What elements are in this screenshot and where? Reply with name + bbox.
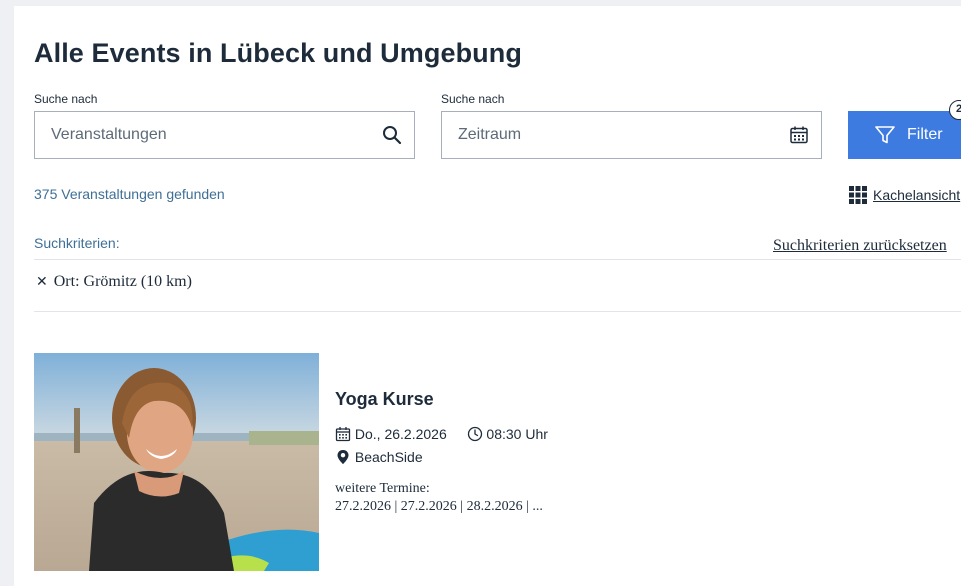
events-page: Alle Events in Lübeck und Umgebung Suche… xyxy=(14,6,961,586)
date-range-input[interactable]: Zeitraum xyxy=(441,111,822,159)
filter-icon xyxy=(874,124,896,146)
event-title[interactable]: Yoga Kurse xyxy=(335,389,434,410)
event-time: 08:30 Uhr xyxy=(486,426,548,442)
criteria-divider xyxy=(34,259,961,260)
page-title: Alle Events in Lübeck und Umgebung xyxy=(34,38,522,69)
result-count: 375 Veranstaltungen gefunden xyxy=(34,186,225,202)
event-image[interactable] xyxy=(34,353,319,571)
chips-divider xyxy=(34,311,961,312)
criteria-label: Suchkriterien: xyxy=(34,235,120,251)
grid-icon xyxy=(849,186,867,204)
filter-button[interactable]: Filter xyxy=(848,111,961,159)
more-dates-list[interactable]: 27.2.2026 | 27.2.2026 | 28.2.2026 | ... xyxy=(335,499,543,515)
clock-icon xyxy=(467,426,482,442)
criteria-chip-location[interactable]: ✕ Ort: Grömitz (10 km) xyxy=(36,273,192,291)
event-search-placeholder: Veranstaltungen xyxy=(51,126,167,143)
grid-view-label: Kachelansicht xyxy=(873,187,961,203)
reset-criteria-link[interactable]: Suchkriterien zurücksetzen xyxy=(773,237,947,255)
event-datetime: Do., 26.2.2026 08:30 Uhr xyxy=(335,426,548,442)
more-dates-label: weitere Termine: xyxy=(335,481,430,496)
filter-button-label: Filter xyxy=(907,126,943,143)
close-icon[interactable]: ✕ xyxy=(36,274,48,290)
event-location: BeachSide xyxy=(335,449,423,465)
date-range-placeholder: Zeitraum xyxy=(458,126,522,143)
search-icon[interactable] xyxy=(382,125,402,145)
event-location-name: BeachSide xyxy=(354,449,423,465)
event-date: Do., 26.2.2026 xyxy=(354,426,447,442)
criteria-chip-label: Ort: Grömitz (10 km) xyxy=(53,273,192,290)
calendar-icon[interactable] xyxy=(789,125,809,145)
date-search-label: Suche nach xyxy=(441,92,505,106)
event-search-label: Suche nach xyxy=(34,92,98,106)
event-search-input[interactable]: Veranstaltungen xyxy=(34,111,415,159)
calendar-icon xyxy=(335,427,351,442)
grid-view-toggle[interactable]: Kachelansicht xyxy=(849,186,960,204)
location-pin-icon xyxy=(337,450,349,464)
